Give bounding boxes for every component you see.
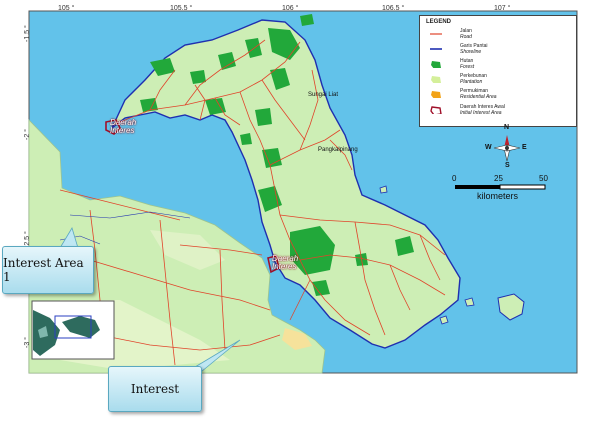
compass-n: N (504, 124, 510, 131)
tick-top-107: 107 ° (494, 5, 511, 12)
island-small-1 (464, 297, 475, 307)
tick-left-1-5: -1.5 ° (24, 25, 31, 42)
legend-item-shoreline: Garis Pantai Shoreline (430, 43, 570, 57)
legend-interest-label-en: Initial Interest Area (460, 110, 502, 116)
interest-area-label-1-line2: Interes (110, 126, 135, 135)
scale-label-50: 50 (539, 174, 548, 183)
island-small-2 (439, 315, 449, 325)
tick-left-3: -3 ° (24, 337, 31, 348)
callout-interest-area-1: Interest Area 1 (2, 246, 94, 294)
residential-symbol-icon (431, 91, 441, 98)
legend-item-interest: Daerah Interes Awal Initial Interest Area (430, 104, 570, 118)
shoreline-symbol-icon (430, 48, 442, 50)
inset-map (31, 300, 115, 360)
plantation-symbol-icon (431, 76, 441, 83)
tick-top-106: 106 ° (282, 5, 299, 12)
forest-symbol-icon (431, 61, 441, 68)
legend-residential-label-en: Residential Area (460, 94, 497, 100)
road-symbol-icon (430, 33, 442, 35)
tick-top-105: 105 ° (58, 5, 75, 12)
interest-area-label-2-line2: Interes (272, 262, 297, 271)
legend-item-road: Jalan Road (430, 28, 570, 42)
legend-shoreline-label-en: Shoreline (460, 49, 482, 55)
legend-title: LEGEND (426, 19, 452, 25)
legend-item-plantation: Perkebunan Plantation (430, 73, 570, 87)
compass-s: S (505, 162, 510, 169)
compass-w: W (485, 144, 492, 151)
map-legend: LEGEND Jalan Road Garis Pantai Shoreline H… (419, 15, 577, 127)
legend-road-label-en: Road (460, 34, 472, 40)
place-pangkalpinang: Pangkalpinang (318, 147, 358, 153)
interest-area-label-1: Daerah Interes (110, 119, 136, 135)
interest-area-symbol-icon (430, 106, 442, 114)
tick-left-2: -2 ° (24, 129, 31, 140)
legend-item-forest: Hutan Forest (430, 58, 570, 72)
scale-bar (455, 184, 546, 190)
scale-unit: kilometers (477, 191, 519, 201)
scale-label-25: 25 (494, 174, 503, 183)
tick-top-106-5: 106.5 ° (382, 5, 405, 12)
scale-label-0: 0 (452, 174, 457, 183)
legend-item-residential: Permukiman Residential Area (430, 88, 570, 102)
callout-interest: Interest (108, 366, 202, 412)
compass-e: E (522, 144, 527, 151)
tick-top-105-5: 105.5 ° (170, 5, 193, 12)
legend-plantation-label-en: Plantation (460, 79, 483, 85)
place-sungailiat: Sungai Liat (308, 92, 339, 98)
interest-area-label-2: Daerah Interes (272, 255, 298, 271)
legend-forest-label-en: Forest (460, 64, 475, 70)
